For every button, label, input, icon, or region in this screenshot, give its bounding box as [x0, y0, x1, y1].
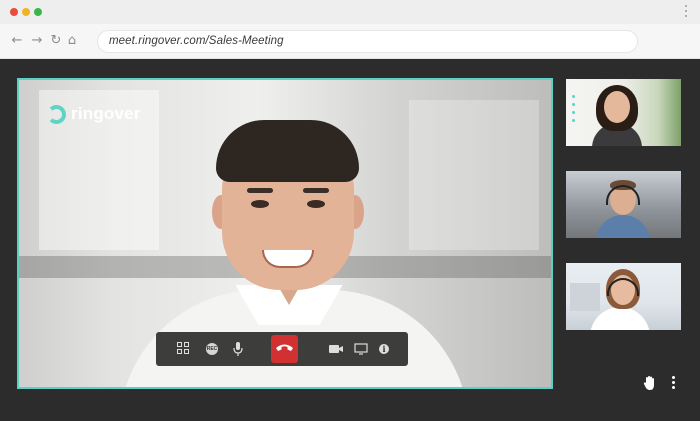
participant-thumbnail-1[interactable] — [566, 79, 681, 146]
address-bar[interactable]: meet.ringover.com/Sales-Meeting — [97, 30, 638, 53]
url-text: meet.ringover.com/Sales-Meeting — [109, 35, 284, 47]
record-icon[interactable]: REC — [204, 341, 220, 357]
participant-thumbnail-3[interactable] — [566, 263, 681, 330]
speaker-hair — [216, 120, 359, 182]
reload-icon[interactable]: ↻ — [49, 34, 63, 48]
main-speaker-video: ringover REC i — [17, 78, 553, 389]
ringover-logo-text: ringover — [71, 104, 141, 123]
participant-face — [604, 91, 630, 123]
participant-body — [596, 215, 650, 238]
speaker-eye — [251, 200, 269, 208]
background-monitor — [570, 283, 600, 311]
browser-menu-icon[interactable] — [685, 5, 688, 19]
camera-icon[interactable] — [328, 341, 344, 357]
home-icon[interactable]: ⌂ — [65, 34, 79, 48]
back-arrow-icon[interactable]: ← — [10, 34, 24, 48]
ringover-logo-icon — [47, 105, 66, 124]
more-options-icon[interactable] — [672, 376, 676, 390]
participant-thumbnail-2[interactable] — [566, 171, 681, 238]
screen-share-icon[interactable] — [353, 341, 369, 357]
info-icon[interactable]: i — [376, 341, 392, 357]
speaker-eyebrow — [303, 188, 329, 193]
hang-up-icon — [276, 344, 293, 351]
grid-view-icon[interactable] — [176, 341, 192, 357]
window-titlebar — [0, 0, 700, 24]
close-window-button[interactable] — [10, 8, 18, 16]
headset-icon — [606, 185, 640, 205]
raise-hand-icon[interactable] — [643, 375, 657, 391]
microphone-icon[interactable] — [230, 341, 246, 357]
maximize-window-button[interactable] — [34, 8, 42, 16]
background-window — [409, 100, 539, 250]
speaking-indicator-icon — [572, 95, 576, 127]
speaker-eye — [307, 200, 325, 208]
meeting-stage: ringover REC i — [0, 60, 700, 421]
forward-arrow-icon[interactable]: → — [30, 34, 44, 48]
minimize-window-button[interactable] — [22, 8, 30, 16]
hang-up-button[interactable] — [271, 335, 298, 363]
browser-navbar: ← → ↻ ⌂ meet.ringover.com/Sales-Meeting — [0, 24, 700, 59]
call-controls-bar: REC i — [156, 332, 408, 366]
speaker-eyebrow — [247, 188, 273, 193]
